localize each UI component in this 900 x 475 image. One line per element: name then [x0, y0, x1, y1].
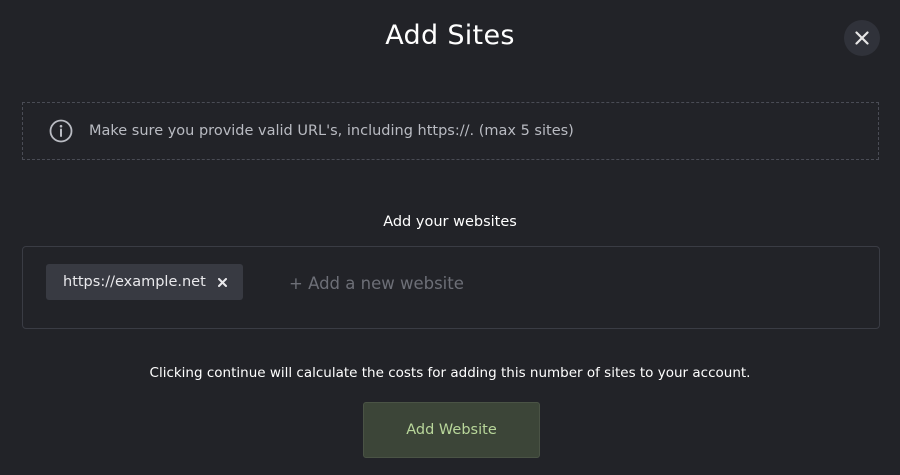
- close-icon: [855, 31, 869, 45]
- info-icon: [49, 119, 73, 143]
- add-website-input[interactable]: [289, 274, 689, 293]
- info-notice: Make sure you provide valid URL's, inclu…: [22, 102, 879, 160]
- remove-x-icon: [218, 277, 228, 287]
- notice-text: Make sure you provide valid URL's, inclu…: [89, 123, 574, 139]
- websites-input-box[interactable]: https://example.net: [22, 246, 880, 329]
- modal-title: Add Sites: [385, 20, 515, 51]
- websites-section-label: Add your websites: [383, 214, 517, 230]
- close-button[interactable]: [844, 20, 880, 56]
- website-chip-label: https://example.net: [63, 274, 206, 290]
- cost-hint-text: Clicking continue will calculate the cos…: [149, 365, 751, 381]
- add-sites-modal: Add Sites Make sure you provide valid UR…: [0, 0, 900, 475]
- website-chip: https://example.net: [46, 264, 243, 300]
- add-website-button[interactable]: Add Website: [363, 402, 540, 458]
- remove-website-button[interactable]: [217, 276, 229, 288]
